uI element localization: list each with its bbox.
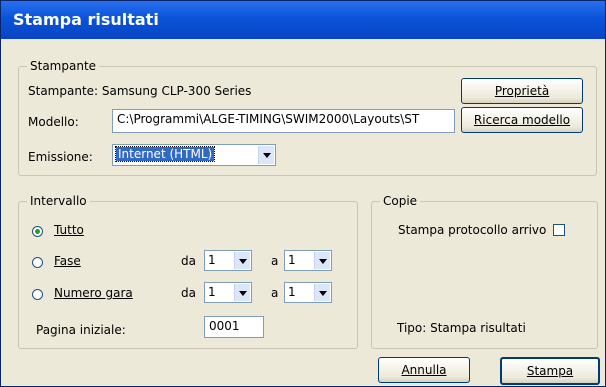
- race-number-radio[interactable]: [32, 289, 43, 300]
- print-arrival-label: Stampa protocollo arrivo: [398, 223, 547, 237]
- output-dropdown-arrow-icon[interactable]: [258, 146, 274, 164]
- start-page-label: Pagina iniziale:: [36, 323, 126, 337]
- phase-to-dropdown[interactable]: 1: [284, 250, 332, 271]
- phase-to-label: a: [271, 254, 279, 268]
- print-results-dialog: Stampa risultati Stampante Stampante: Sa…: [0, 0, 606, 387]
- phase-to-value: 1: [288, 253, 296, 267]
- phase-from-value: 1: [208, 253, 216, 267]
- phase-radio[interactable]: [32, 257, 43, 268]
- start-page-field[interactable]: 0001: [204, 316, 264, 338]
- output-dropdown[interactable]: Internet (HTML): [112, 144, 276, 166]
- print-button-label: Stampa: [526, 364, 574, 378]
- search-model-button-label: Ricerca modello: [473, 113, 571, 127]
- race-from-arrow-icon[interactable]: [234, 284, 250, 301]
- printer-group-label: Stampante: [27, 59, 100, 73]
- copies-group-label: Copie: [380, 194, 421, 208]
- race-from-label: da: [181, 286, 196, 300]
- phase-radio-label[interactable]: Fase: [54, 254, 81, 268]
- search-model-button[interactable]: Ricerca modello: [461, 107, 583, 133]
- print-arrival-checkbox[interactable]: [553, 224, 565, 236]
- phase-from-arrow-icon[interactable]: [234, 252, 250, 269]
- copies-group: Copie Stampa protocollo arrivo Tipo: Sta…: [371, 194, 598, 349]
- race-to-label: a: [271, 286, 279, 300]
- print-button[interactable]: Stampa: [500, 357, 600, 385]
- all-radio[interactable]: [32, 226, 43, 237]
- model-path-field[interactable]: C:\Programmi\ALGE-TIMING\SWIM2000\Layout…: [112, 109, 455, 133]
- race-to-value: 1: [288, 285, 296, 299]
- output-dropdown-value: Internet (HTML): [114, 146, 216, 162]
- phase-to-arrow-icon[interactable]: [314, 252, 330, 269]
- cancel-button-label: Annulla: [401, 363, 447, 377]
- printer-name-text: Stampante: Samsung CLP-300 Series: [28, 84, 252, 98]
- properties-button[interactable]: Proprietà: [461, 78, 583, 104]
- race-to-arrow-icon[interactable]: [314, 284, 330, 301]
- properties-button-label: Proprietà: [494, 84, 550, 98]
- output-label: Emissione:: [28, 150, 93, 164]
- cancel-button[interactable]: Annulla: [378, 357, 470, 383]
- printer-group: Stampante Stampante: Samsung CLP-300 Ser…: [18, 59, 597, 176]
- phase-from-label: da: [181, 254, 196, 268]
- all-radio-label[interactable]: Tutto: [54, 223, 84, 237]
- range-group-label: Intervallo: [27, 194, 90, 208]
- race-from-dropdown[interactable]: 1: [204, 282, 252, 303]
- phase-from-dropdown[interactable]: 1: [204, 250, 252, 271]
- race-number-radio-label[interactable]: Numero gara: [54, 286, 133, 300]
- model-label: Modello:: [28, 115, 79, 129]
- race-to-dropdown[interactable]: 1: [284, 282, 332, 303]
- range-group: Intervallo Tutto Fase da 1 a 1 Numero ga…: [18, 194, 358, 349]
- title-bar: Stampa risultati: [1, 1, 605, 39]
- race-from-value: 1: [208, 285, 216, 299]
- type-text: Tipo: Stampa risultati: [397, 321, 526, 335]
- window-title: Stampa risultati: [13, 10, 159, 29]
